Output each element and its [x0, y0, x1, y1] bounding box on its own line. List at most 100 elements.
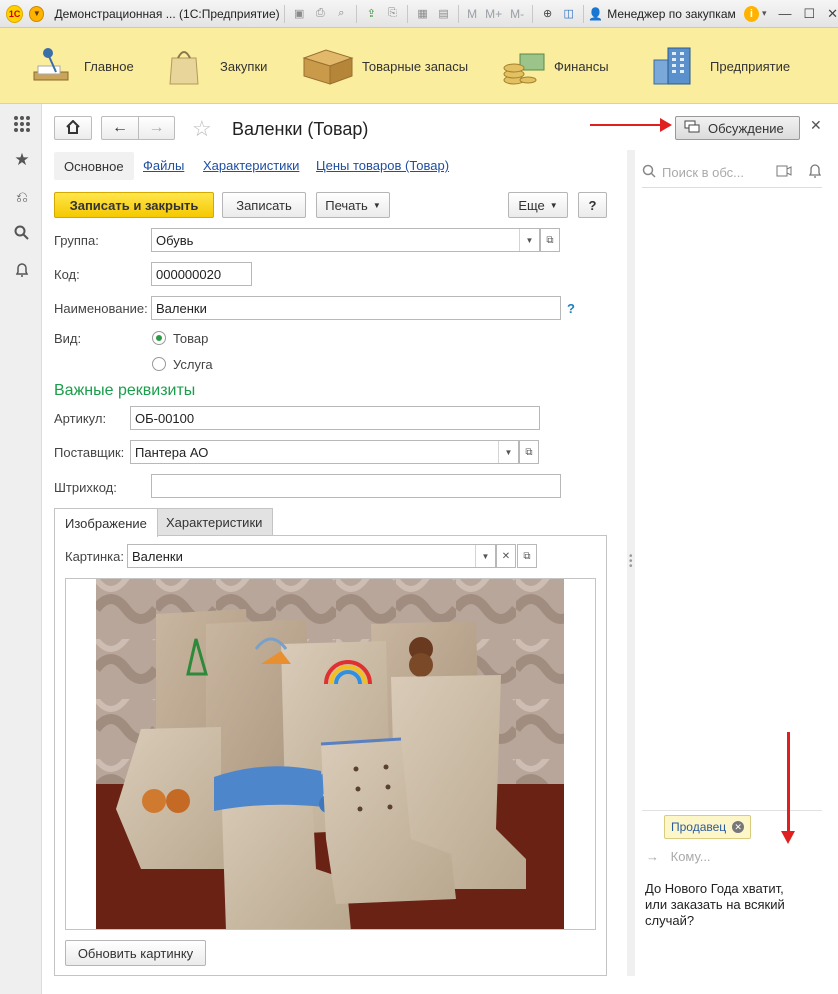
section-stock[interactable]: Товарные запасы	[302, 44, 468, 88]
discussion-button[interactable]: Обсуждение	[675, 116, 800, 140]
discussion-button-label: Обсуждение	[708, 120, 784, 136]
left-toolbar: ★ ⎌	[0, 104, 42, 994]
print-button[interactable]: Печать ▼	[316, 192, 390, 218]
recipient-chip-label: Продавец	[671, 820, 727, 834]
panel-splitter[interactable]: • • •	[627, 150, 635, 976]
group-field[interactable]: Обувь ▼	[151, 228, 540, 252]
kind-option-service[interactable]: Услуга	[173, 357, 213, 372]
back-button[interactable]: ←	[101, 116, 138, 140]
tab-files[interactable]: Файлы	[143, 158, 184, 173]
open-group-icon[interactable]: ⧉	[540, 228, 560, 252]
name-help-icon[interactable]: ?	[567, 301, 575, 316]
section-purchases[interactable]: Закупки	[166, 44, 267, 88]
article-field[interactable]: ОБ-00100	[130, 406, 540, 430]
section-label: Предприятие	[710, 58, 791, 74]
important-group-title[interactable]: Важные реквизиты	[54, 382, 195, 400]
main-menu-icon[interactable]: ▼	[29, 5, 45, 22]
tab-image[interactable]: Изображение	[54, 508, 158, 537]
recipient-chip[interactable]: Продавец ✕	[664, 815, 752, 839]
current-user[interactable]: Менеджер по закупкам	[607, 7, 736, 21]
maximize-icon[interactable]: ☐	[803, 6, 815, 22]
menu-grid-icon[interactable]	[12, 114, 32, 134]
open-picture-icon[interactable]: ⧉	[517, 544, 537, 568]
bell-icon[interactable]	[808, 164, 822, 181]
kind-radio-service[interactable]	[152, 357, 166, 371]
window-titlebar: 1С ▼ Демонстрационная ... (1С:Предприяти…	[0, 0, 838, 28]
info-icon[interactable]: i	[743, 5, 759, 22]
picture-frame[interactable]	[65, 578, 596, 930]
group-label: Группа:	[54, 233, 99, 248]
notifications-bell-icon[interactable]	[12, 260, 32, 280]
picture-field[interactable]: Валенки ▼	[127, 544, 496, 568]
print-icon[interactable]: ⎙	[312, 5, 329, 23]
box-icon	[302, 46, 354, 86]
home-icon	[66, 119, 80, 137]
article-value: ОБ-00100	[135, 410, 195, 426]
close-window-icon[interactable]: ✕	[827, 6, 838, 22]
chevron-down-icon: ▼	[549, 200, 558, 210]
code-field[interactable]: 000000020	[151, 262, 252, 286]
more-button-label: Еще	[518, 197, 545, 213]
minimize-icon[interactable]: —	[778, 6, 791, 21]
forward-button[interactable]: →	[138, 116, 175, 140]
search-icon[interactable]	[12, 223, 32, 243]
save-icon[interactable]: ▣	[291, 5, 308, 23]
section-finance[interactable]: Финансы	[500, 44, 609, 88]
section-label: Главное	[84, 58, 134, 74]
video-call-icon[interactable]	[776, 165, 792, 180]
supplier-field[interactable]: Пантера АО ▼	[130, 440, 519, 464]
name-field[interactable]: Валенки	[151, 296, 561, 320]
calculator-icon[interactable]: ▦	[414, 5, 431, 23]
discussion-search-input[interactable]: Поиск в обс...	[662, 165, 768, 180]
history-icon[interactable]: ⎌	[12, 187, 32, 207]
close-form-icon[interactable]: ✕	[810, 117, 822, 134]
barcode-field[interactable]	[151, 474, 561, 498]
tab-characteristics[interactable]: Характеристики	[203, 158, 299, 173]
chevron-down-icon[interactable]: ▼	[519, 229, 539, 251]
recipient-input[interactable]: → Кому...	[646, 849, 711, 864]
desk-lamp-icon	[30, 46, 76, 86]
tab-prices[interactable]: Цены товаров (Товар)	[316, 158, 449, 173]
print-button-label: Печать	[325, 197, 368, 213]
save-button[interactable]: Записать	[222, 192, 306, 218]
toolbar-divider	[355, 4, 357, 23]
help-button[interactable]: ?	[578, 192, 607, 218]
home-button[interactable]	[54, 116, 92, 140]
memory-minus-button[interactable]: M-	[510, 7, 524, 21]
save-and-close-button[interactable]: Записать и закрыть	[54, 192, 214, 218]
remove-recipient-icon[interactable]: ✕	[732, 821, 745, 833]
kind-radio-goods[interactable]	[152, 331, 166, 345]
toolbar-divider	[407, 4, 408, 23]
favorites-star-icon[interactable]: ★	[12, 150, 32, 170]
dropdown-arrow-icon[interactable]: ▾	[762, 8, 767, 19]
section-label: Товарные запасы	[362, 58, 469, 74]
open-supplier-icon[interactable]: ⧉	[519, 440, 539, 464]
tab-item-characteristics[interactable]: Характеристики	[155, 508, 274, 536]
memory-plus-button[interactable]: M+	[485, 7, 502, 21]
calendar-icon[interactable]: ▤	[435, 5, 452, 23]
favorite-star-icon[interactable]: ☆	[192, 116, 212, 142]
message-input[interactable]: До Нового Года хватит, или заказать на в…	[645, 881, 805, 929]
memory-m-button[interactable]: M	[467, 7, 477, 21]
upload-icon[interactable]: ⇪	[363, 5, 380, 23]
refresh-picture-button[interactable]: Обновить картинку	[65, 940, 206, 966]
code-value: 000000020	[156, 266, 222, 282]
panel-toggle-icon[interactable]: ◫	[560, 5, 577, 23]
section-label: Закупки	[220, 58, 268, 74]
sections-panel: Главное Закупки Товарные запасы Финансы …	[0, 28, 838, 104]
arrow-right-icon: →	[148, 119, 165, 136]
discussion-search-bar: Поиск в обс...	[642, 158, 822, 188]
zoom-icon[interactable]: ⊕	[539, 5, 556, 23]
article-label: Артикул:	[54, 411, 107, 426]
preview-icon[interactable]: ⌕	[333, 5, 350, 23]
tab-main[interactable]: Основное	[54, 152, 134, 180]
section-main[interactable]: Главное	[30, 44, 134, 88]
more-button[interactable]: Еще ▼	[508, 192, 568, 218]
section-enterprise[interactable]: Предприятие	[650, 44, 790, 88]
chevron-down-icon[interactable]: ▼	[475, 545, 495, 567]
link-icon[interactable]: ⎘	[384, 5, 401, 23]
chevron-down-icon[interactable]: ▼	[498, 441, 518, 463]
clear-picture-icon[interactable]: ✕	[496, 544, 516, 568]
discussion-panel: Поиск в обс... Продавец ✕ → Кому... До Н…	[642, 150, 822, 976]
kind-option-goods[interactable]: Товар	[173, 331, 208, 346]
